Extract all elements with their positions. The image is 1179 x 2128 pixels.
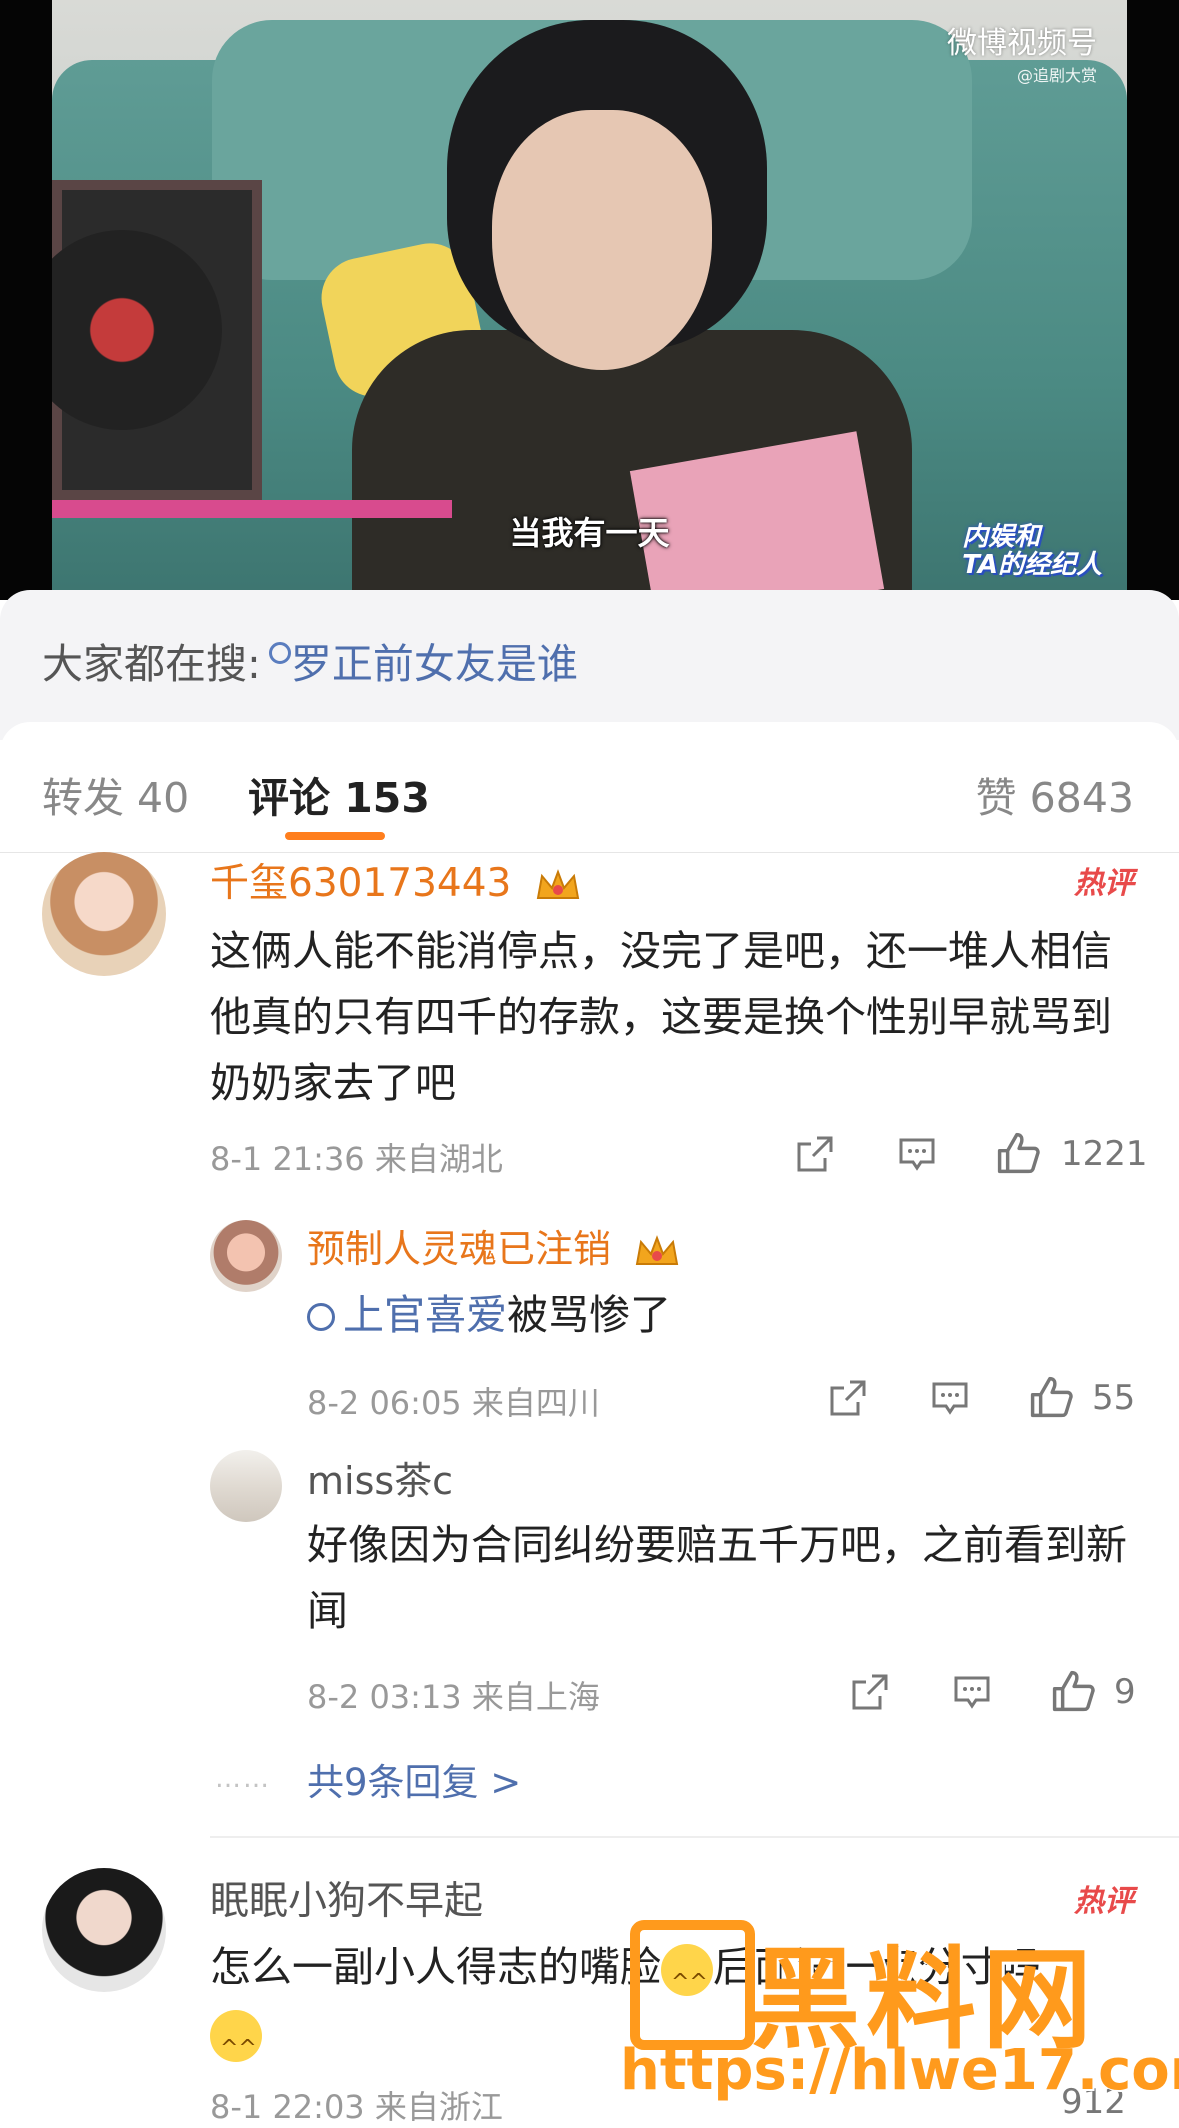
more-replies-link[interactable]: 共9条回复 > bbox=[307, 1752, 521, 1806]
like-count: 9 bbox=[1114, 1672, 1136, 1712]
like-count: 1221 bbox=[1061, 1134, 1148, 1174]
video-frame: 当我有一天 微博视频号 @追剧大赏 内娱和 TA的经纪人 bbox=[52, 0, 1127, 600]
trending-search-row[interactable]: 大家都在搜: 罗正前女友是谁 bbox=[42, 630, 578, 690]
share-icon[interactable] bbox=[828, 1378, 868, 1418]
topic-link[interactable]: 上官喜爱 bbox=[343, 1291, 507, 1339]
like-count: 55 bbox=[1092, 1378, 1136, 1418]
comment-meta: 8-1 21:36 来自湖北 bbox=[210, 1140, 503, 1178]
video-scene-record-frame bbox=[52, 180, 262, 500]
comment-icon[interactable] bbox=[930, 1378, 970, 1418]
avatar[interactable] bbox=[210, 1450, 282, 1522]
avatar[interactable] bbox=[42, 852, 166, 976]
like-icon[interactable] bbox=[995, 1130, 1041, 1176]
reply-text: 好像因为合同纠纷要赔五千万吧，之前看到新闻 bbox=[307, 1521, 1127, 1635]
trending-search-term[interactable]: 罗正前女友是谁 bbox=[291, 640, 578, 688]
comment-divider bbox=[210, 1836, 1179, 1838]
more-replies-dots: …… bbox=[215, 1764, 271, 1794]
tab-bar: 转发 40 评论 153 赞 6843 bbox=[0, 722, 1179, 853]
grin-emoji-icon bbox=[210, 2010, 262, 2082]
video-player[interactable]: 当我有一天 微博视频号 @追剧大赏 内娱和 TA的经纪人 bbox=[0, 0, 1179, 600]
comment-author[interactable]: 眠眠小狗不早起 bbox=[210, 1870, 483, 1926]
comment-text: 这俩人能不能消停点，没完了是吧，还一堆人相信他真的只有四千的存款，这要是换个性别… bbox=[210, 927, 1112, 1107]
reply-author[interactable]: 预制人灵魂已注销 bbox=[307, 1218, 681, 1273]
share-icon[interactable] bbox=[850, 1672, 890, 1712]
crown-icon bbox=[635, 1234, 679, 1265]
video-person-face bbox=[492, 110, 712, 370]
trending-search-bar: 大家都在搜: 罗正前女友是谁 bbox=[0, 590, 1179, 740]
avatar[interactable] bbox=[42, 1868, 166, 1992]
crown-icon bbox=[536, 868, 579, 899]
share-icon[interactable] bbox=[795, 1134, 835, 1174]
like-icon[interactable] bbox=[1028, 1374, 1074, 1420]
comment-icon[interactable] bbox=[897, 1134, 937, 1174]
reply-meta: 8-2 03:13 来自上海 bbox=[307, 1678, 600, 1716]
show-logo: 内娱和 TA的经纪人 bbox=[962, 521, 1102, 581]
hot-comment-badge: 热评 bbox=[1074, 866, 1134, 901]
comment-icon[interactable] bbox=[952, 1672, 992, 1712]
trending-search-prefix: 大家都在搜: bbox=[42, 640, 261, 688]
comment-author[interactable]: 千玺630173443 bbox=[210, 852, 582, 908]
tab-repost[interactable]: 转发 40 bbox=[42, 764, 189, 824]
watermark-logo bbox=[630, 1920, 755, 2050]
weibo-video-brand: 微博视频号 bbox=[947, 26, 1097, 61]
reply-meta: 8-2 06:05 来自四川 bbox=[307, 1384, 600, 1422]
tab-likes[interactable]: 赞 6843 bbox=[976, 764, 1134, 824]
watermark-url: https://hlwe17.com bbox=[620, 2038, 1179, 2103]
like-icon[interactable] bbox=[1050, 1668, 1096, 1714]
video-source-handle: @追剧大赏 bbox=[1016, 66, 1097, 85]
avatar[interactable] bbox=[210, 1220, 282, 1292]
reply-text: 上官喜爱被骂惨了 bbox=[307, 1282, 671, 1348]
active-tab-indicator bbox=[285, 832, 385, 840]
site-watermark: 黑料网 https://hlwe17.com bbox=[620, 1910, 1179, 2120]
video-brand: 微博视频号 @追剧大赏 bbox=[947, 18, 1097, 86]
search-icon bbox=[268, 642, 291, 664]
search-icon bbox=[307, 1303, 335, 1331]
tab-comments[interactable]: 评论 153 bbox=[248, 764, 430, 824]
reply-author[interactable]: miss茶c bbox=[307, 1450, 453, 1505]
comment-meta: 8-1 22:03 来自浙江 bbox=[210, 2088, 503, 2126]
